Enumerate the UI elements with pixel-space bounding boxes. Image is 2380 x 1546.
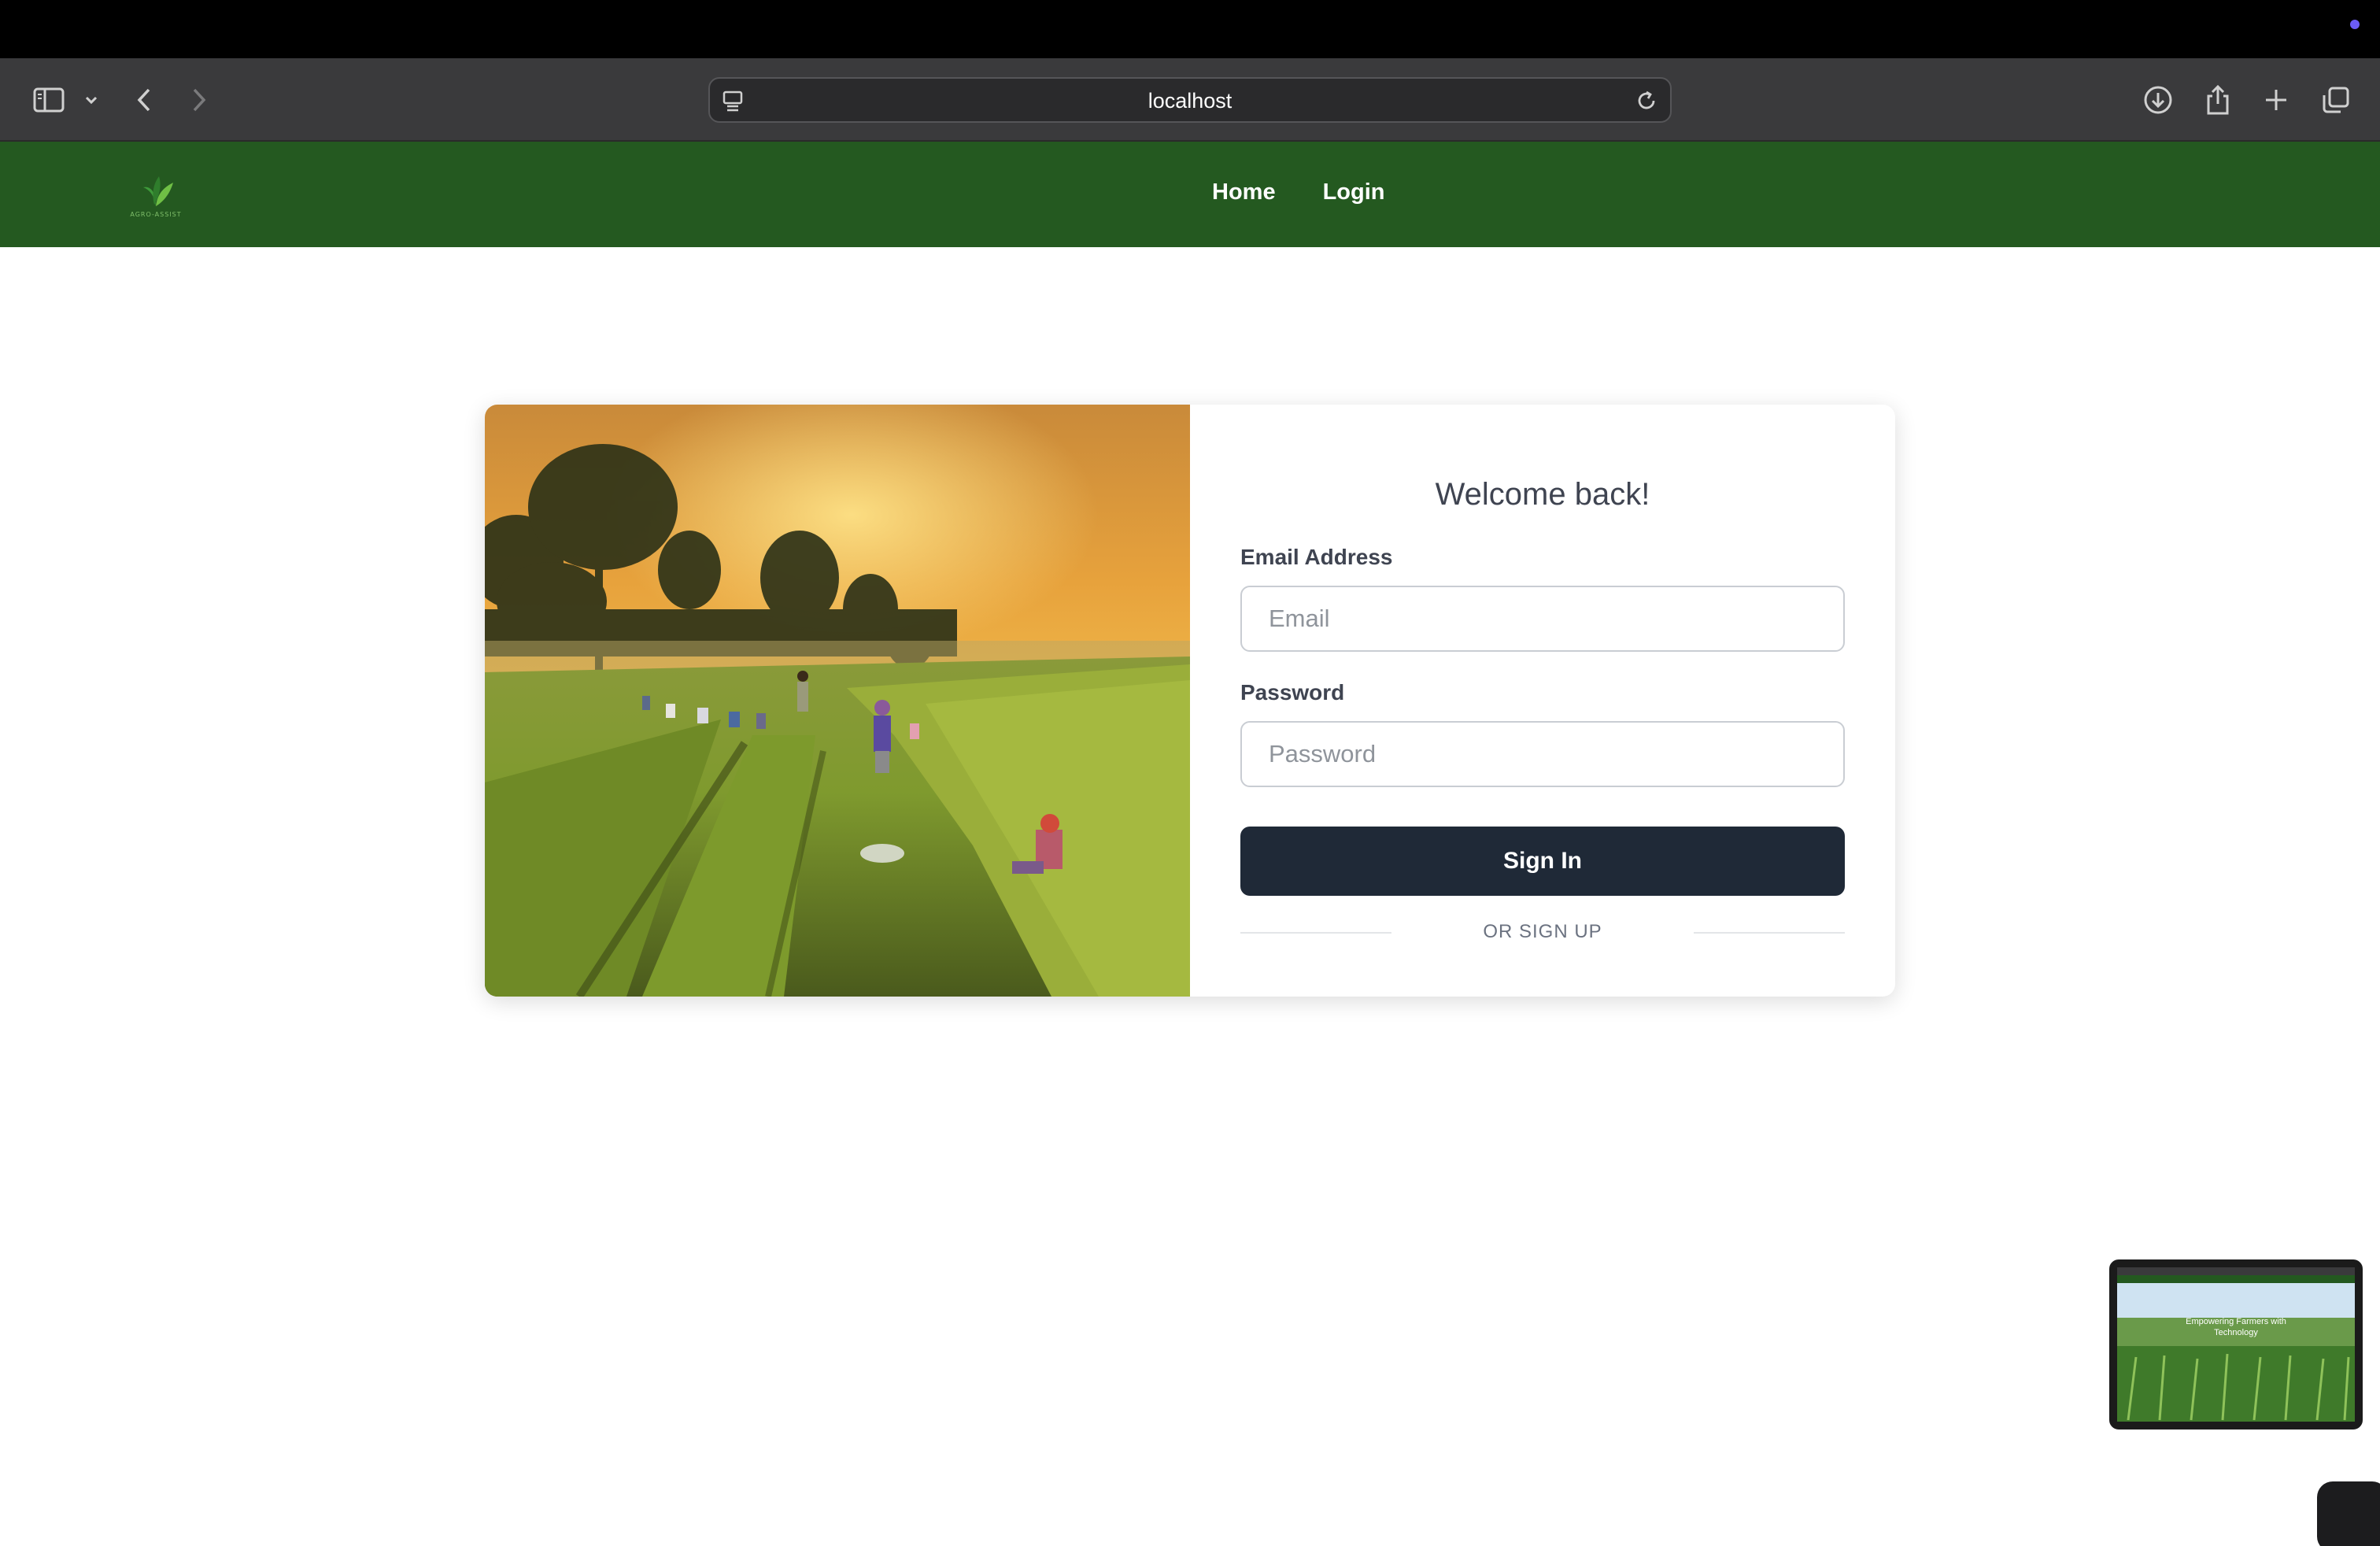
welcome-title: Welcome back! (1435, 477, 1650, 512)
email-label: Email Address (1240, 545, 1393, 569)
address-bar[interactable]: localhost (708, 77, 1672, 123)
agro-assist-logo[interactable]: AGRO-ASSIST (120, 170, 192, 222)
sidebar-icon[interactable] (30, 82, 68, 118)
login-card: Welcome back! Email Address Password Sig… (485, 405, 1895, 997)
logo-text: AGRO-ASSIST (130, 211, 182, 218)
rice-harvest-image (485, 405, 1190, 997)
svg-text:Empowering Farmers with: Empowering Farmers with (2186, 1317, 2286, 1326)
svg-text:Technology: Technology (2214, 1328, 2258, 1337)
nav-links: Home Login (1212, 179, 1385, 205)
login-form: Welcome back! Email Address Password Sig… (1190, 405, 1895, 997)
password-field[interactable] (1240, 721, 1845, 787)
dock-corner-widget[interactable] (2317, 1481, 2380, 1546)
divider-right (1694, 932, 1845, 934)
browser-toolbar: localhost (0, 58, 2380, 142)
email-field[interactable] (1240, 586, 1845, 652)
share-icon[interactable] (2201, 82, 2235, 118)
reload-icon[interactable] (1634, 88, 1659, 117)
back-icon[interactable] (132, 82, 156, 118)
os-menu-bar (0, 0, 2380, 58)
site-navbar: AGRO-ASSIST Home Login (0, 142, 2380, 247)
sign-in-button[interactable]: Sign In (1240, 827, 1845, 896)
status-dot-icon (2350, 20, 2360, 29)
tabs-overview-icon[interactable] (2319, 82, 2353, 118)
url-text: localhost (1148, 89, 1232, 113)
nav-link-home[interactable]: Home (1212, 179, 1276, 205)
password-label: Password (1240, 680, 1345, 705)
download-icon[interactable] (2141, 82, 2175, 118)
nav-link-login[interactable]: Login (1323, 179, 1385, 205)
forward-icon[interactable] (187, 82, 211, 118)
chevron-down-icon[interactable] (82, 82, 101, 118)
window-preview-thumbnail[interactable]: Empowering Farmers with Technology (2109, 1259, 2363, 1429)
new-tab-icon[interactable] (2259, 82, 2293, 118)
